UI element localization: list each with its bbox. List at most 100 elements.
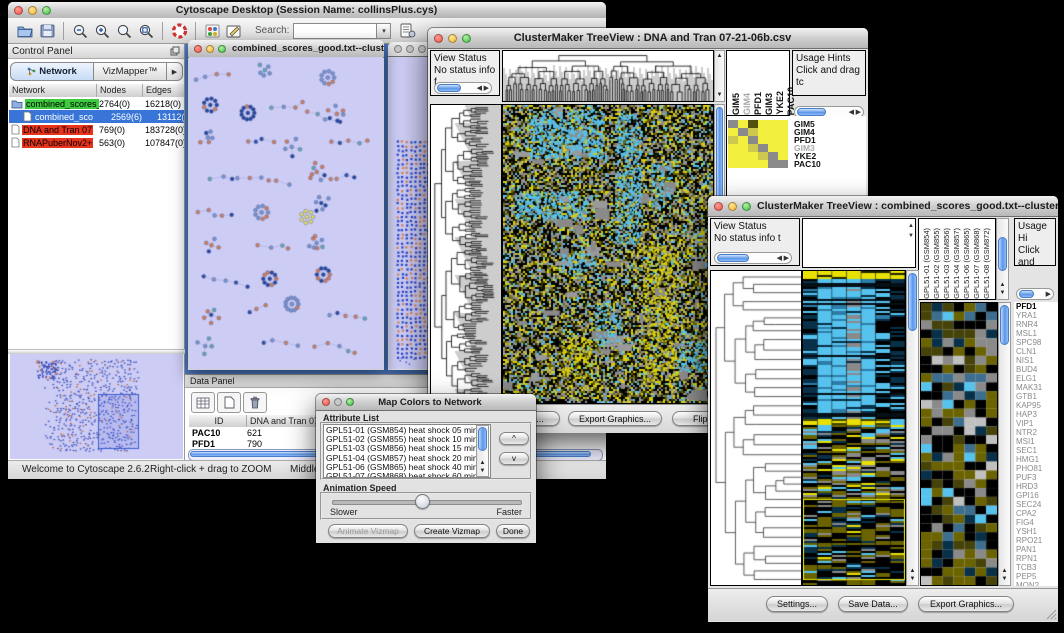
scroll-up-icon[interactable]: ▲ bbox=[477, 460, 488, 467]
scroll-up-icon[interactable]: ▲ bbox=[999, 568, 1010, 575]
tv2-column-label[interactable]: GPL51-06 (GSM865) bbox=[962, 228, 972, 299]
close-button[interactable] bbox=[194, 45, 202, 53]
birdseye-view-canvas[interactable] bbox=[10, 354, 183, 459]
tv1-column-label[interactable]: GIM3 bbox=[764, 93, 774, 115]
scroll-up-icon[interactable]: ▲ bbox=[997, 282, 1008, 289]
minimize-button[interactable] bbox=[728, 202, 737, 211]
gene-label[interactable]: YRA1 bbox=[1016, 311, 1058, 320]
gene-label[interactable]: NTR2 bbox=[1016, 428, 1058, 437]
tv2-gene-labels[interactable]: PFD1YRA1RNR4MSL1SPC98CLN1NIS1BUD4ELG1MAK… bbox=[1014, 302, 1058, 586]
data-column-id[interactable]: ID bbox=[189, 415, 247, 427]
zoom-in-icon[interactable] bbox=[91, 21, 113, 41]
gene-label[interactable]: MSI1 bbox=[1016, 437, 1058, 446]
scroll-down-icon[interactable]: ▼ bbox=[477, 468, 488, 475]
move-down-button[interactable]: v bbox=[499, 452, 529, 465]
gene-label[interactable]: RNR4 bbox=[1016, 320, 1058, 329]
gene-label[interactable]: PFD1 bbox=[1016, 302, 1058, 311]
tv2-zoom-heatmap[interactable] bbox=[920, 302, 998, 586]
export-graphics-button[interactable]: Export Graphics... bbox=[568, 411, 662, 426]
network-row[interactable]: RNAPuberNov2+563(0)107847(0) bbox=[9, 136, 184, 149]
gene-label[interactable]: TCB3 bbox=[1016, 563, 1058, 572]
gene-label[interactable]: GPI16 bbox=[1016, 491, 1058, 500]
delete-attribute-trash-icon[interactable] bbox=[243, 392, 267, 413]
minimize-button[interactable] bbox=[406, 45, 414, 53]
tv1-column-label[interactable]: YKE2 bbox=[775, 91, 785, 115]
treeview1-titlebar[interactable]: ClusterMaker TreeView : DNA and Tran 07-… bbox=[428, 28, 868, 49]
search-input[interactable] bbox=[293, 23, 377, 39]
gene-label[interactable]: MAK31 bbox=[1016, 383, 1058, 392]
tv2-column-label[interactable]: GPL51-08 (GSM872) bbox=[982, 228, 992, 299]
close-button[interactable] bbox=[714, 202, 723, 211]
gene-label[interactable]: KAP95 bbox=[1016, 401, 1058, 410]
tv2-status-scrollbar[interactable]: ◀ ▶ bbox=[714, 252, 792, 264]
column-header-network[interactable]: Network bbox=[9, 84, 97, 97]
gene-label[interactable]: MSL1 bbox=[1016, 329, 1058, 338]
help-ring-icon[interactable] bbox=[168, 21, 190, 41]
search-dropdown-button[interactable]: ▾ bbox=[377, 23, 391, 39]
network-row[interactable]: combined_scores_2764(0)16218(0) bbox=[9, 97, 184, 110]
scroll-down-icon[interactable]: ▼ bbox=[999, 576, 1010, 583]
scroll-up-icon[interactable]: ▲ bbox=[715, 53, 724, 60]
tv1-coltree-scrollbar[interactable]: ▲ ▼ bbox=[714, 50, 725, 102]
scroll-thumb[interactable] bbox=[437, 84, 461, 92]
gene-label[interactable]: BUD4 bbox=[1016, 365, 1058, 374]
vizmapper-icon[interactable] bbox=[201, 21, 223, 41]
search-combobox[interactable]: ▾ bbox=[293, 23, 391, 39]
gene-label[interactable]: CPA2 bbox=[1016, 509, 1058, 518]
tv2-zoom-vscrollbar[interactable]: ▲ ▼ bbox=[998, 302, 1011, 586]
tv1-row-dendrogram[interactable] bbox=[430, 104, 502, 404]
gene-label[interactable]: RPN1 bbox=[1016, 554, 1058, 563]
dialog-titlebar[interactable]: Map Colors to Network bbox=[316, 394, 536, 411]
scroll-thumb[interactable] bbox=[998, 237, 1007, 271]
gene-label[interactable]: PEP5 bbox=[1016, 572, 1058, 581]
scroll-thumb[interactable] bbox=[1019, 290, 1034, 298]
tv1-column-labels[interactable]: GIM5GIM4PFD1GIM3YKE2PAC10 bbox=[726, 50, 790, 116]
attribute-list-scrollbar[interactable]: ▲ ▼ bbox=[476, 425, 489, 477]
gene-label[interactable]: SEC24 bbox=[1016, 500, 1058, 509]
annotation-icon[interactable] bbox=[223, 21, 245, 41]
gene-label[interactable]: GTB1 bbox=[1016, 392, 1058, 401]
gene-label[interactable]: FIG4 bbox=[1016, 518, 1058, 527]
resize-grip[interactable] bbox=[1045, 608, 1057, 620]
create-vizmap-button[interactable]: Create Vizmap bbox=[414, 524, 490, 538]
gene-label[interactable]: SPC98 bbox=[1016, 338, 1058, 347]
close-button[interactable] bbox=[394, 45, 402, 53]
scroll-thumb[interactable] bbox=[1000, 305, 1009, 345]
treeview2-titlebar[interactable]: ClusterMaker TreeView : combined_scores_… bbox=[708, 196, 1058, 217]
new-attribute-icon[interactable] bbox=[217, 392, 241, 413]
main-titlebar[interactable]: Cytoscape Desktop (Session Name: collins… bbox=[8, 2, 606, 19]
gene-label[interactable]: YSH1 bbox=[1016, 527, 1058, 536]
zoom-selected-icon[interactable] bbox=[113, 21, 135, 41]
tv1-zoom-heatmap[interactable] bbox=[728, 120, 788, 168]
zoom-button[interactable] bbox=[346, 398, 354, 406]
gene-label[interactable]: ELG1 bbox=[1016, 374, 1058, 383]
scroll-left-icon[interactable]: ◀ bbox=[477, 83, 482, 94]
column-header-nodes[interactable]: Nodes bbox=[97, 84, 143, 97]
tv2-column-label[interactable]: GPL51-02 (GSM855) bbox=[932, 228, 942, 299]
scroll-down-icon[interactable]: ▼ bbox=[907, 576, 918, 583]
zoom-fit-icon[interactable] bbox=[135, 21, 157, 41]
tv2-column-label[interactable]: GPL51-07 (GSM868) bbox=[972, 228, 982, 299]
select-attributes-icon[interactable] bbox=[191, 392, 215, 413]
scroll-right-icon[interactable]: ▶ bbox=[1046, 289, 1051, 300]
close-button[interactable] bbox=[14, 6, 23, 15]
save-session-button[interactable] bbox=[36, 21, 58, 41]
scroll-thumb[interactable] bbox=[478, 427, 487, 451]
scroll-right-icon[interactable]: ▶ bbox=[784, 253, 789, 264]
scroll-right-icon[interactable]: ▶ bbox=[484, 83, 489, 94]
done-button[interactable]: Done bbox=[496, 524, 530, 538]
scroll-thumb[interactable] bbox=[908, 273, 917, 331]
gene-label[interactable]: PAN1 bbox=[1016, 545, 1058, 554]
tv2-hints-scrollbar[interactable]: ▶ bbox=[1016, 288, 1054, 300]
minimize-button[interactable] bbox=[448, 34, 457, 43]
column-header-edges[interactable]: Edges bbox=[143, 84, 184, 97]
zoom-button[interactable] bbox=[462, 34, 471, 43]
attribute-list[interactable]: GPL51-01 (GSM854) heat shock 05 minGPL51… bbox=[323, 424, 491, 478]
tab-overflow-button[interactable]: ▶ bbox=[167, 62, 183, 81]
minimize-button[interactable] bbox=[334, 398, 342, 406]
gene-label[interactable]: SEC1 bbox=[1016, 446, 1058, 455]
animate-vizmap-button[interactable]: Animate Vizmap bbox=[328, 524, 408, 538]
tv1-column-label[interactable]: GIM5 bbox=[731, 93, 741, 115]
scroll-up-icon[interactable]: ▲ bbox=[908, 223, 914, 229]
gene-label[interactable]: PUF3 bbox=[1016, 473, 1058, 482]
